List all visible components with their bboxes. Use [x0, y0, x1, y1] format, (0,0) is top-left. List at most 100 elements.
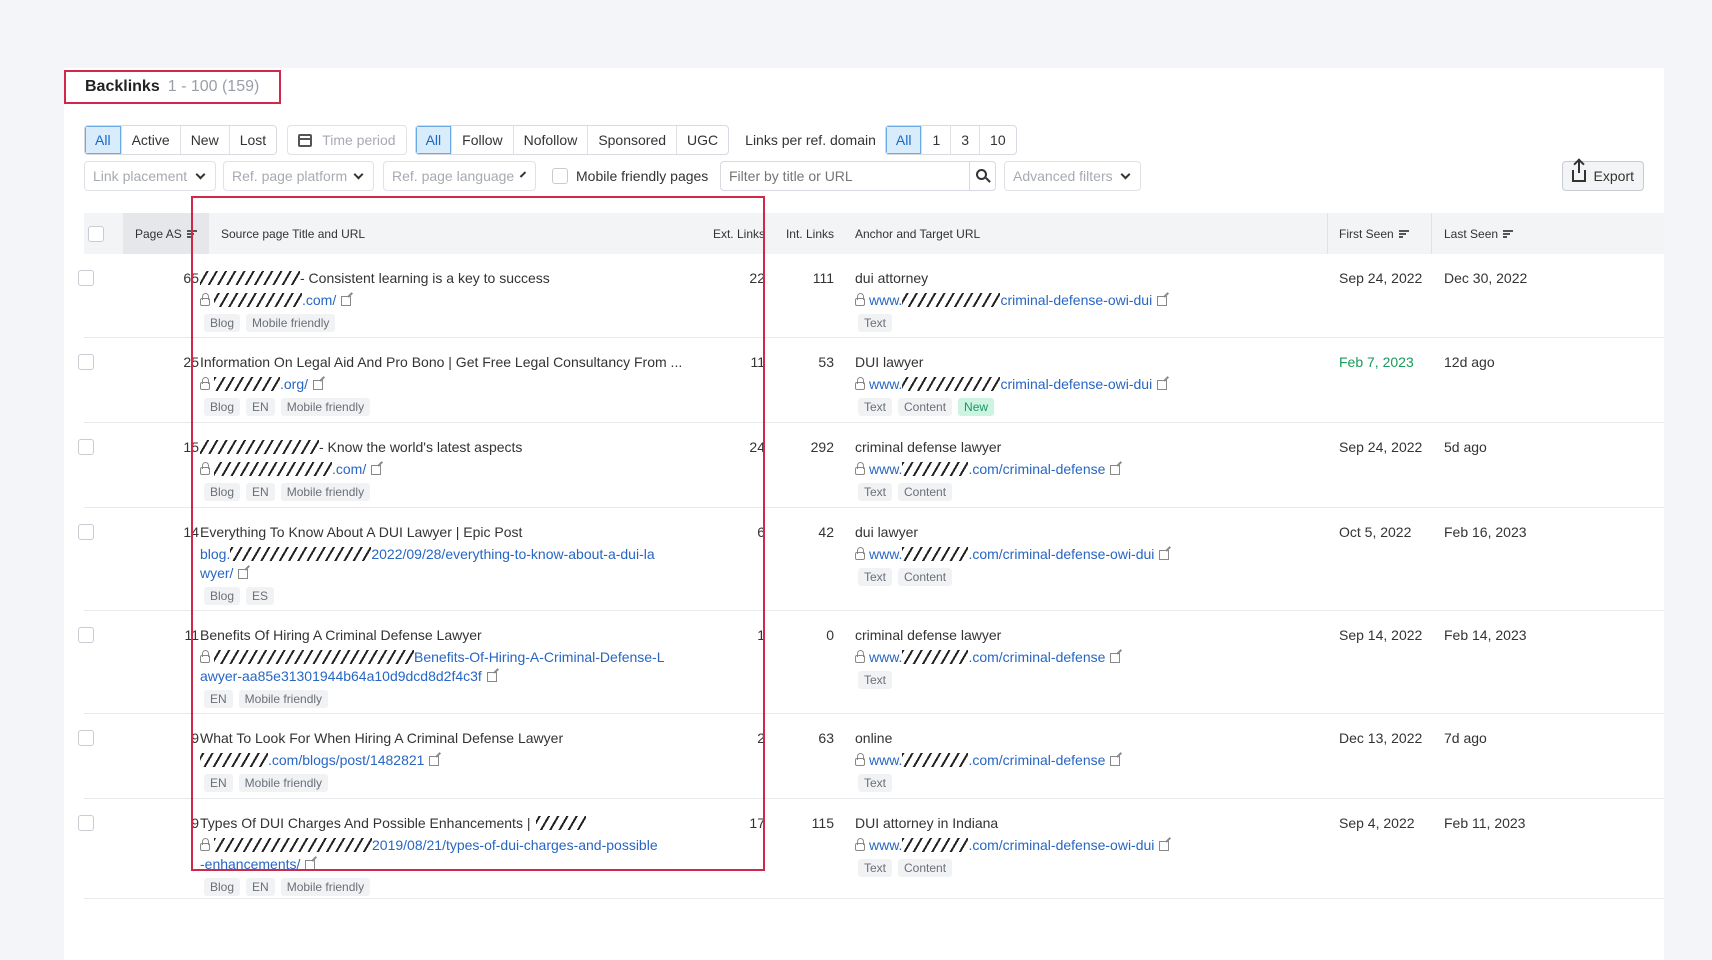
source-title-text: Types Of DUI Charges And Possible Enhanc… — [200, 815, 531, 831]
external-link-icon[interactable] — [313, 380, 324, 390]
anchor-tags: Text — [858, 774, 893, 792]
row-checkbox[interactable] — [78, 354, 94, 370]
new-badge: New — [958, 398, 995, 416]
lpd-1-button[interactable]: 1 — [922, 126, 952, 154]
external-link-icon[interactable] — [371, 465, 382, 475]
table-row: 14 Everything To Know About A DUI Lawyer … — [78, 508, 1664, 611]
type-all-button[interactable]: All — [415, 126, 453, 154]
redacted-mark — [902, 293, 1001, 307]
status-active-button[interactable]: Active — [122, 126, 181, 154]
external-link-icon[interactable] — [305, 860, 316, 870]
row-checkbox[interactable] — [78, 815, 94, 831]
target-url-text: .com/criminal-defense — [968, 752, 1106, 768]
link-placement-dropdown[interactable]: Link placement — [84, 161, 216, 191]
ref-platform-dropdown[interactable]: Ref. page platform — [223, 161, 374, 191]
source-title-text: What To Look For When Hiring A Criminal … — [200, 730, 564, 746]
source-title[interactable]: - Know the world's latest aspects — [200, 439, 522, 455]
source-title[interactable]: Everything To Know About A DUI Lawyer | … — [200, 524, 522, 540]
int-links-value: 63 — [818, 730, 834, 746]
external-link-icon[interactable] — [1157, 296, 1168, 306]
target-url[interactable]: www. criminal-defense-owi-dui — [855, 375, 1168, 394]
target-url[interactable]: www. .com/criminal-defense — [855, 648, 1121, 667]
type-sponsored-button[interactable]: Sponsored — [588, 126, 678, 154]
source-url[interactable]: .org/ — [200, 375, 670, 394]
external-link-icon[interactable] — [238, 569, 249, 579]
col-page-as[interactable]: Page AS — [123, 213, 209, 254]
type-nofollow-button[interactable]: Nofollow — [514, 126, 589, 154]
lpd-10-button[interactable]: 10 — [980, 126, 1016, 154]
status-new-button[interactable]: New — [181, 126, 230, 154]
anchor-text: online — [855, 730, 893, 746]
lpd-all-button[interactable]: All — [885, 126, 923, 154]
external-link-icon[interactable] — [1110, 756, 1121, 766]
source-title-text: Everything To Know About A DUI Lawyer | … — [200, 524, 523, 540]
source-url[interactable]: blog. 2022/09/28/everything-to-know-about… — [200, 545, 670, 583]
external-link-icon[interactable] — [1159, 550, 1170, 560]
row-checkbox[interactable] — [78, 439, 94, 455]
target-url[interactable]: www. criminal-defense-owi-dui — [855, 291, 1168, 310]
redacted-mark — [902, 547, 969, 561]
source-url-text: 2019/08/21/types-of-dui-charges-and-poss… — [372, 837, 658, 853]
external-link-icon[interactable] — [1110, 653, 1121, 663]
source-title[interactable]: Information On Legal Aid And Pro Bono | … — [200, 354, 682, 370]
lpd-3-button[interactable]: 3 — [951, 126, 981, 154]
col-int-links[interactable]: Int. Links — [768, 213, 834, 254]
target-url[interactable]: www. .com/criminal-defense-owi-dui — [855, 545, 1170, 564]
source-tags: Blog EN Mobile friendly — [204, 398, 371, 416]
export-button[interactable]: Export — [1561, 161, 1644, 191]
anchor-text: DUI attorney in Indiana — [855, 815, 999, 831]
col-first-seen[interactable]: First Seen — [1339, 213, 1409, 254]
source-url[interactable]: .com/ — [200, 291, 670, 310]
row-checkbox[interactable] — [78, 270, 94, 286]
col-ext-links[interactable]: Ext. Links — [695, 213, 765, 254]
col-last-seen[interactable]: Last Seen — [1444, 213, 1514, 254]
select-all[interactable] — [86, 213, 106, 254]
time-period-button[interactable]: Time period — [287, 125, 407, 155]
target-url[interactable]: www. .com/criminal-defense-owi-dui — [855, 836, 1170, 855]
int-links-value: 111 — [812, 270, 834, 286]
chevron-down-icon — [520, 170, 527, 178]
row-checkbox[interactable] — [78, 524, 94, 540]
lock-icon — [855, 650, 865, 663]
status-lost-button[interactable]: Lost — [230, 126, 276, 154]
source-url[interactable]: Benefits-Of-Hiring-A-Criminal-Defense-L a… — [200, 648, 670, 686]
table-row: 9 What To Look For When Hiring A Criminal… — [78, 714, 1664, 799]
source-title[interactable]: Benefits Of Hiring A Criminal Defense La… — [200, 627, 482, 643]
source-title[interactable]: - Consistent learning is a key to succes… — [200, 270, 550, 286]
column-divider — [1431, 213, 1432, 254]
status-all-button[interactable]: All — [85, 126, 122, 154]
mobile-friendly-toggle[interactable]: Mobile friendly pages — [552, 161, 708, 191]
ext-links-value: 2 — [757, 730, 765, 746]
target-url[interactable]: www. .com/criminal-defense — [855, 751, 1121, 770]
external-link-icon[interactable] — [341, 296, 352, 306]
redacted-mark — [536, 816, 587, 830]
external-link-icon[interactable] — [1157, 380, 1168, 390]
row-checkbox[interactable] — [78, 627, 94, 643]
ref-language-dropdown[interactable]: Ref. page language — [383, 161, 536, 191]
source-url[interactable]: .com/ — [200, 460, 670, 479]
external-link-icon[interactable] — [1159, 841, 1170, 851]
search-input[interactable] — [721, 162, 969, 190]
source-url[interactable]: 2019/08/21/types-of-dui-charges-and-poss… — [200, 836, 670, 874]
first-seen-date: Sep 14, 2022 — [1339, 627, 1423, 643]
external-link-icon[interactable] — [1110, 465, 1121, 475]
advanced-filters-dropdown[interactable]: Advanced filters — [1004, 161, 1141, 191]
tag: Blog — [204, 878, 241, 896]
table-row: 25 Information On Legal Aid And Pro Bono … — [78, 338, 1664, 423]
select-all-checkbox[interactable] — [88, 225, 104, 242]
source-url[interactable]: .com/blogs/post/1482821 — [200, 751, 670, 770]
external-link-icon[interactable] — [429, 756, 440, 766]
search-button[interactable] — [969, 162, 995, 190]
source-title[interactable]: What To Look For When Hiring A Criminal … — [200, 730, 563, 746]
mobile-friendly-checkbox[interactable] — [552, 168, 568, 184]
target-url[interactable]: www. .com/criminal-defense — [855, 460, 1121, 479]
redacted-mark — [902, 753, 969, 767]
row-checkbox[interactable] — [78, 730, 94, 746]
source-title[interactable]: Types Of DUI Charges And Possible Enhanc… — [200, 815, 587, 831]
target-url-text: .com/criminal-defense-owi-dui — [968, 546, 1155, 562]
type-ugc-button[interactable]: UGC — [677, 126, 728, 154]
tag: Content — [898, 568, 953, 586]
source-title-text: - Consistent learning is a key to succes… — [300, 270, 550, 286]
type-follow-button[interactable]: Follow — [452, 126, 514, 154]
external-link-icon[interactable] — [486, 672, 497, 682]
